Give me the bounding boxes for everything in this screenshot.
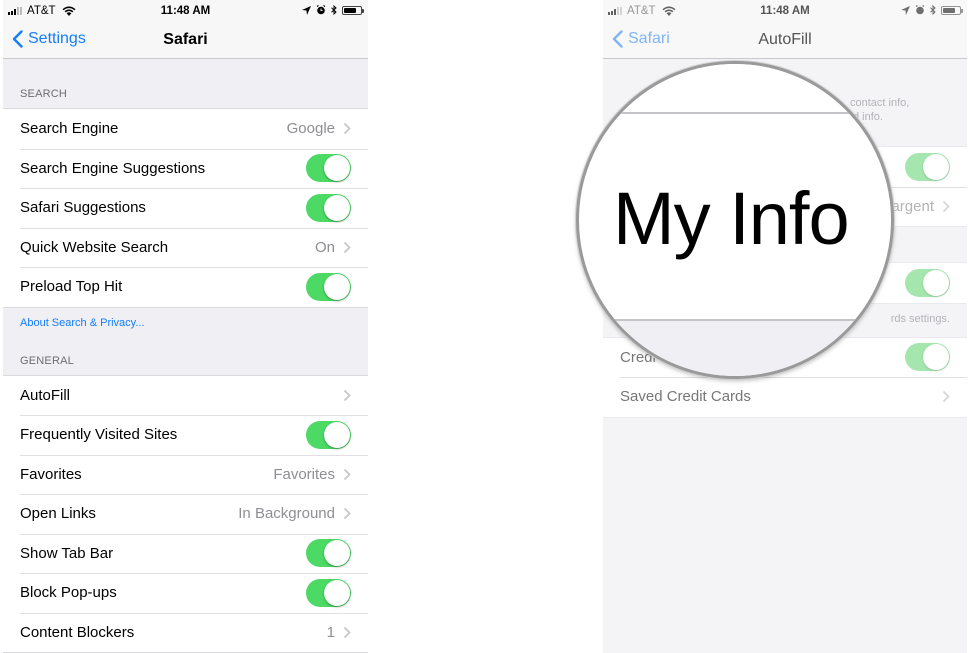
battery-icon — [941, 5, 963, 15]
frequently-visited-sites-toggle[interactable] — [306, 420, 351, 449]
row-label: Search Engine Suggestions — [20, 159, 206, 177]
chevron-right-icon — [343, 508, 351, 520]
row-detail-value: Google — [286, 120, 335, 138]
chevron-right-icon — [343, 389, 351, 401]
alarm-icon — [316, 5, 326, 15]
row-label: Favorites — [20, 465, 82, 483]
row-label: Preload Top Hit — [20, 278, 123, 296]
row-search-engine-suggestions: Search Engine Suggestions — [3, 148, 368, 189]
row-label: Saved Credit Cards — [620, 388, 751, 406]
page-title: AutoFill — [758, 31, 812, 48]
row-label: Open Links — [20, 505, 96, 523]
row-detail-value: In Background — [238, 505, 335, 523]
chevron-right-icon — [343, 241, 351, 253]
row-open-links[interactable]: Open Links In Background — [3, 494, 368, 534]
location-icon — [302, 5, 311, 15]
row-show-tab-bar: Show Tab Bar — [3, 533, 368, 574]
row-label: Search Engine — [20, 120, 119, 138]
search-settings-group: Search Engine Google Search Engine Sugge… — [3, 108, 368, 308]
safari-settings-screen: AT&T 11:48 AM Settings Safari SEARCH Sea… — [3, 0, 368, 653]
row-label: Frequently Visited Sites — [20, 426, 178, 444]
chevron-right-icon — [343, 123, 351, 135]
row-preload-top-hit: Preload Top Hit — [3, 267, 368, 307]
block-popups-toggle[interactable] — [306, 578, 351, 607]
magnified-separator — [579, 64, 891, 114]
row-detail-value: On — [314, 238, 335, 256]
chevron-right-icon — [942, 200, 950, 212]
navigation-bar: Settings Safari — [3, 22, 368, 59]
chevron-right-icon — [343, 468, 351, 480]
row-label: AutoFill — [20, 386, 71, 404]
general-settings-group: AutoFill Frequently Visited Sites Favori… — [3, 374, 368, 653]
row-detail-value: 1 — [326, 623, 335, 641]
magnifier-callout: My Info — [576, 61, 894, 379]
use-contact-info-toggle[interactable] — [905, 152, 950, 181]
row-label: Show Tab Bar — [20, 544, 114, 562]
chevron-right-icon — [942, 391, 950, 403]
row-autofill[interactable]: AutoFill — [3, 376, 368, 416]
my-info-magnified-label[interactable]: My Info — [613, 176, 850, 261]
row-detail-value: Favorites — [273, 465, 335, 483]
section-header-search: SEARCH — [20, 88, 68, 100]
row-safari-suggestions: Safari Suggestions — [3, 188, 368, 228]
battery-icon — [342, 5, 364, 15]
safari-suggestions-toggle[interactable] — [306, 193, 351, 222]
navigation-bar: Safari AutoFill — [603, 22, 967, 59]
alarm-icon — [915, 5, 925, 15]
show-tab-bar-toggle[interactable] — [306, 539, 351, 568]
status-bar: AT&T 11:48 AM — [3, 0, 368, 22]
row-content-blockers[interactable]: Content Blockers 1 — [3, 612, 368, 653]
bluetooth-icon — [331, 5, 337, 15]
credit-cards-toggle[interactable] — [905, 343, 950, 372]
row-saved-credit-cards[interactable]: Saved Credit Cards — [603, 377, 967, 417]
names-passwords-toggle[interactable] — [905, 268, 950, 297]
row-label: Block Pop-ups — [20, 584, 117, 602]
row-detail-value: argent — [891, 197, 934, 215]
chevron-right-icon — [343, 626, 351, 638]
magnified-separator — [579, 319, 891, 376]
section-header-general: GENERAL — [20, 354, 74, 367]
search-engine-suggestions-toggle[interactable] — [306, 154, 351, 183]
row-label: Quick Website Search — [20, 238, 169, 256]
status-bar: AT&T 11:48 AM — [603, 0, 967, 22]
page-title: Safari — [163, 31, 208, 48]
row-search-engine[interactable]: Search Engine Google — [3, 109, 368, 149]
row-label: Content Blockers — [20, 623, 135, 641]
row-label: Safari Suggestions — [20, 199, 146, 217]
row-favorites[interactable]: Favorites Favorites — [3, 454, 368, 495]
location-icon — [901, 5, 910, 15]
row-frequently-visited-sites: Frequently Visited Sites — [3, 415, 368, 455]
row-block-popups: Block Pop-ups — [3, 573, 368, 613]
row-quick-website-search[interactable]: Quick Website Search On — [3, 227, 368, 268]
preload-top-hit-toggle[interactable] — [306, 272, 351, 301]
about-search-privacy-link[interactable]: About Search & Privacy... — [3, 308, 368, 338]
bluetooth-icon — [930, 5, 936, 15]
